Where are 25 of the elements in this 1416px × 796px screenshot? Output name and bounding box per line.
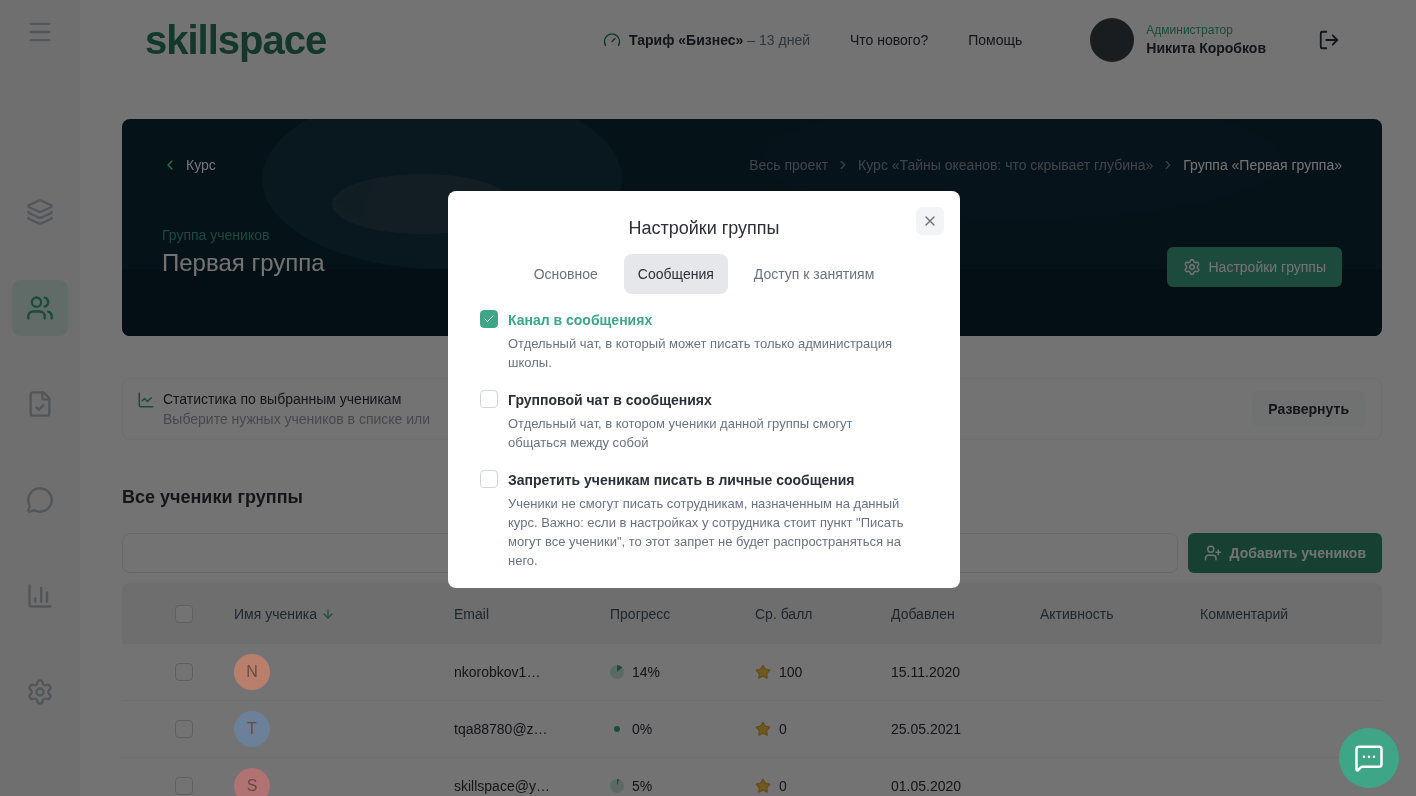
table-cell-text: nkorobkov1… bbox=[454, 663, 542, 682]
table-cell-text: tqa88780@z… bbox=[454, 720, 549, 739]
avatar: N bbox=[234, 654, 270, 690]
table-cell-text: 15.11.2020 bbox=[891, 663, 962, 682]
table-cell-text: 0 bbox=[779, 777, 787, 796]
table-cell-text: 0% bbox=[632, 720, 653, 739]
table-cell-text: 14% bbox=[632, 663, 661, 682]
avatar: S bbox=[234, 768, 270, 796]
option-description: Ученики не смогут писать сотрудникам, назначенным на данный курс. Важно: если в настройках у сотрудника стоит пункт "Писать могут все ученики", то этот запрет не будет распространяться на него. bbox=[508, 495, 905, 570]
table-cell-text: 5% bbox=[632, 777, 653, 796]
table-cell-text: 01.05.2020 bbox=[891, 777, 963, 796]
user-role: Администратор bbox=[1146, 22, 1234, 38]
table-cell-text: 25.05.2021 bbox=[891, 720, 963, 739]
dialog-title: Настройки группы bbox=[627, 217, 780, 240]
table-cell-text: skillspace@y… bbox=[454, 777, 551, 796]
table-cell-text: 0 bbox=[779, 720, 787, 739]
plan-days: – 13 дней bbox=[747, 30, 810, 50]
table-cell-text: 100 bbox=[779, 663, 803, 682]
group-subtitle: Группа учеников bbox=[162, 226, 271, 245]
option-description: Отдельный чат, в котором ученики данной группы смогут общаться между собой bbox=[508, 415, 854, 452]
section-heading: Все ученики группы bbox=[122, 486, 303, 509]
option-description: Отдельный чат, в который может писать только администрация школы. bbox=[508, 335, 894, 372]
group-title: Первая группа bbox=[162, 248, 325, 278]
avatar: T bbox=[234, 711, 270, 747]
stats-title: Статистика по выбранным ученикам bbox=[163, 390, 403, 409]
